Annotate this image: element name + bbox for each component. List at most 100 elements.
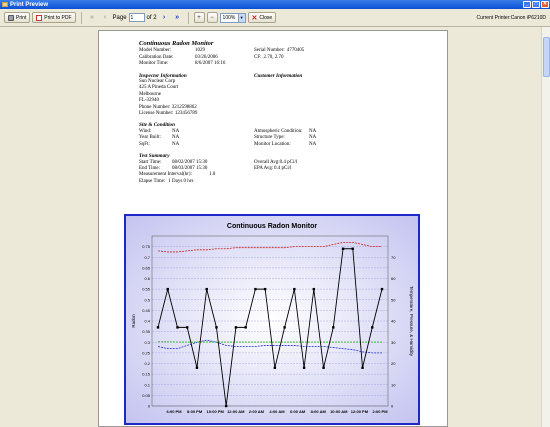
y2-tick-label: 60	[391, 276, 396, 281]
print-label: Print	[16, 14, 27, 21]
cf-value: 2.70, 2.70	[263, 54, 284, 60]
inspector-line: License Number: 123456789	[139, 111, 198, 117]
y-tick-label: 0.7	[144, 255, 150, 260]
data-point	[371, 326, 374, 329]
first-page-icon[interactable]: «	[87, 12, 98, 23]
y-axis-label: Radon	[131, 314, 136, 328]
next-page-icon[interactable]: ›	[159, 12, 170, 23]
y2-tick-label: 30	[391, 340, 396, 345]
data-point	[156, 326, 160, 329]
window-titlebar: Print Preview _ □ ✕	[0, 0, 550, 9]
x-tick-label: 8:00 AM	[311, 409, 327, 414]
y2-tick-label: 20	[391, 361, 396, 366]
data-point	[263, 287, 267, 291]
data-point	[332, 326, 335, 329]
data-point	[224, 404, 228, 408]
current-printer: Current Printer:Canon iP6210D	[476, 14, 546, 21]
y-tick-label: 0.65	[142, 265, 151, 270]
data-point	[283, 326, 286, 329]
data-point	[205, 287, 208, 291]
scrollbar-thumb[interactable]	[543, 37, 550, 77]
pdf-icon	[36, 14, 43, 21]
data-point	[380, 287, 384, 291]
x-tick-label: 6:00 AM	[290, 409, 306, 414]
pdf-label: Print to PDF	[44, 14, 72, 21]
interval-value: 1.0	[209, 172, 216, 178]
preview-toolbar: Print Print to PDF « ‹ Page 1 of 2 › » +…	[0, 9, 550, 27]
test-row: Elapse Time: 1 Days 0 hrs	[139, 179, 429, 185]
y-tick-label: 0.2	[144, 361, 150, 366]
data-point	[293, 287, 296, 291]
chevron-down-icon: ▼	[237, 13, 245, 22]
close-button[interactable]: ✕ Close	[247, 12, 277, 23]
print-to-pdf-button[interactable]: Print to PDF	[32, 12, 76, 23]
y-tick-label: 0.55	[142, 287, 151, 292]
data-point	[176, 326, 179, 329]
monitor-time-value: 8/6/2007 16:16	[195, 61, 226, 67]
elapse-label: Elapse Time:	[139, 178, 166, 184]
data-point	[351, 247, 354, 250]
data-point	[195, 366, 199, 369]
x-tick-label: 2:00 AM	[249, 409, 265, 414]
data-point	[322, 366, 325, 369]
window-controls: _ □ ✕	[523, 0, 549, 9]
cf-label: CF:	[254, 54, 262, 60]
y-tick-label: 0.15	[142, 372, 151, 377]
location-value: NA	[309, 141, 317, 147]
y2-tick-label: 50	[391, 297, 396, 302]
maximize-icon[interactable]: □	[532, 1, 540, 8]
report-page: Continuous Radon Monitor Model Number: 10…	[98, 30, 448, 427]
data-point	[254, 287, 257, 291]
data-point	[361, 366, 364, 369]
data-point	[166, 287, 169, 291]
prev-page-icon[interactable]: ‹	[100, 12, 111, 23]
chart-svg: Continuous Radon Monitor00.050.10.150.20…	[126, 216, 418, 423]
y-tick-label: 0.3	[144, 340, 150, 345]
monitor-time-label: Monitor Time:	[139, 61, 169, 67]
zoom-select[interactable]: 100% ▼	[219, 12, 246, 23]
x-tick-label: 4:00 AM	[269, 409, 285, 414]
site-row: SqFt: NA Monitor Location: NA	[139, 142, 429, 148]
x-tick-label: 10:00 PM	[207, 409, 225, 414]
data-point	[341, 247, 345, 250]
y2-axis-label: Temperature, Pressure, & Humidity	[409, 286, 414, 357]
data-point	[312, 287, 316, 291]
zoom-out-icon[interactable]: −	[206, 12, 218, 23]
data-point	[215, 326, 218, 329]
y-tick-label: 0.6	[144, 276, 150, 281]
y-tick-label: 0.05	[142, 393, 151, 398]
print-button[interactable]: Print	[4, 12, 31, 23]
sqft-value: NA	[172, 141, 180, 147]
report-title: Continuous Radon Monitor	[139, 40, 214, 47]
x-tick-label: 12:00 PM	[351, 409, 369, 414]
zoom-in-icon[interactable]: +	[193, 12, 205, 23]
minimize-icon[interactable]: _	[523, 1, 531, 8]
x-tick-label: 10:00 AM	[330, 409, 348, 414]
zoom-value: 100%	[222, 14, 236, 21]
last-page-icon[interactable]: »	[172, 12, 183, 23]
data-point	[234, 326, 238, 329]
vertical-scrollbar[interactable]	[541, 27, 550, 427]
y-tick-label: 0.5	[144, 297, 150, 302]
sqft-label: SqFt:	[139, 141, 150, 147]
data-point	[273, 366, 277, 369]
x-tick-label: 8:00 PM	[187, 409, 203, 414]
x-tick-label: 6:00 PM	[166, 409, 182, 414]
data-point	[302, 366, 306, 369]
close-x-icon: ✕	[251, 14, 258, 22]
toolbar-separator	[187, 11, 189, 24]
y-tick-label: 0.35	[142, 329, 151, 334]
y-tick-label: 0.25	[142, 350, 151, 355]
epa-label: EPA Avg:	[254, 165, 274, 171]
report-content: Continuous Radon Monitor Model Number: 10…	[139, 40, 429, 185]
preview-viewport[interactable]: Continuous Radon Monitor Model Number: 10…	[0, 27, 550, 427]
x-tick-label: 2:00 PM	[372, 409, 388, 414]
page-label: Page	[112, 14, 127, 21]
x-tick-label: 12:00 AM	[227, 409, 245, 414]
y2-tick-label: 10	[391, 382, 396, 387]
window-close-icon[interactable]: ✕	[541, 1, 549, 8]
printer-icon	[8, 14, 14, 21]
page-number-input[interactable]: 1	[128, 13, 145, 22]
epa-value: 0.4 pCi/l	[274, 165, 292, 171]
y-tick-label: 0.45	[142, 308, 151, 313]
